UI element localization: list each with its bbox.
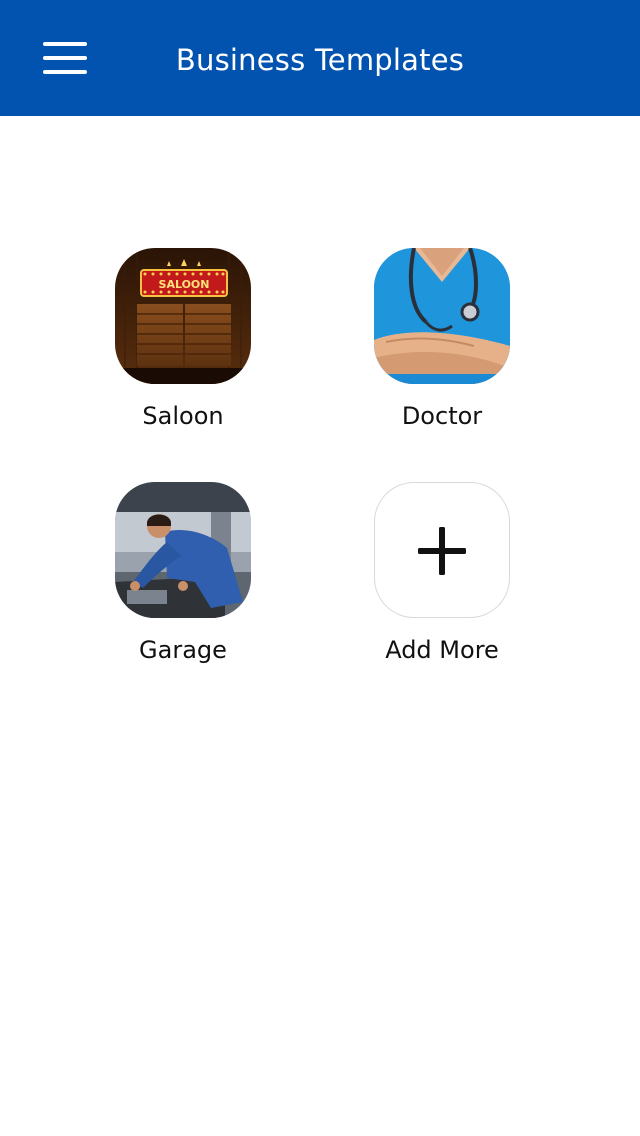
- saloon-doors-image: SALOON: [115, 248, 251, 384]
- template-tile-saloon[interactable]: SALOON Saloon: [83, 248, 283, 438]
- template-label: Saloon: [142, 402, 224, 430]
- saloon-thumbnail: SALOON: [115, 248, 251, 384]
- template-label: Garage: [139, 636, 227, 664]
- doctor-thumbnail: [374, 248, 510, 384]
- template-label: Add More: [385, 636, 499, 664]
- template-tile-doctor[interactable]: Doctor: [342, 248, 542, 438]
- template-tile-garage[interactable]: Garage: [83, 482, 283, 672]
- mechanic-garage-image: [115, 482, 251, 618]
- add-more-button[interactable]: Add More: [342, 482, 542, 672]
- doctor-stethoscope-image: [374, 248, 510, 384]
- saloon-sign-text: SALOON: [159, 278, 210, 291]
- garage-thumbnail: [115, 482, 251, 618]
- plus-icon: [418, 527, 466, 575]
- page-title: Business Templates: [175, 43, 465, 77]
- app-bar: Business Templates: [0, 0, 640, 116]
- template-label: Doctor: [401, 402, 483, 430]
- add-more-thumbnail: [374, 482, 510, 618]
